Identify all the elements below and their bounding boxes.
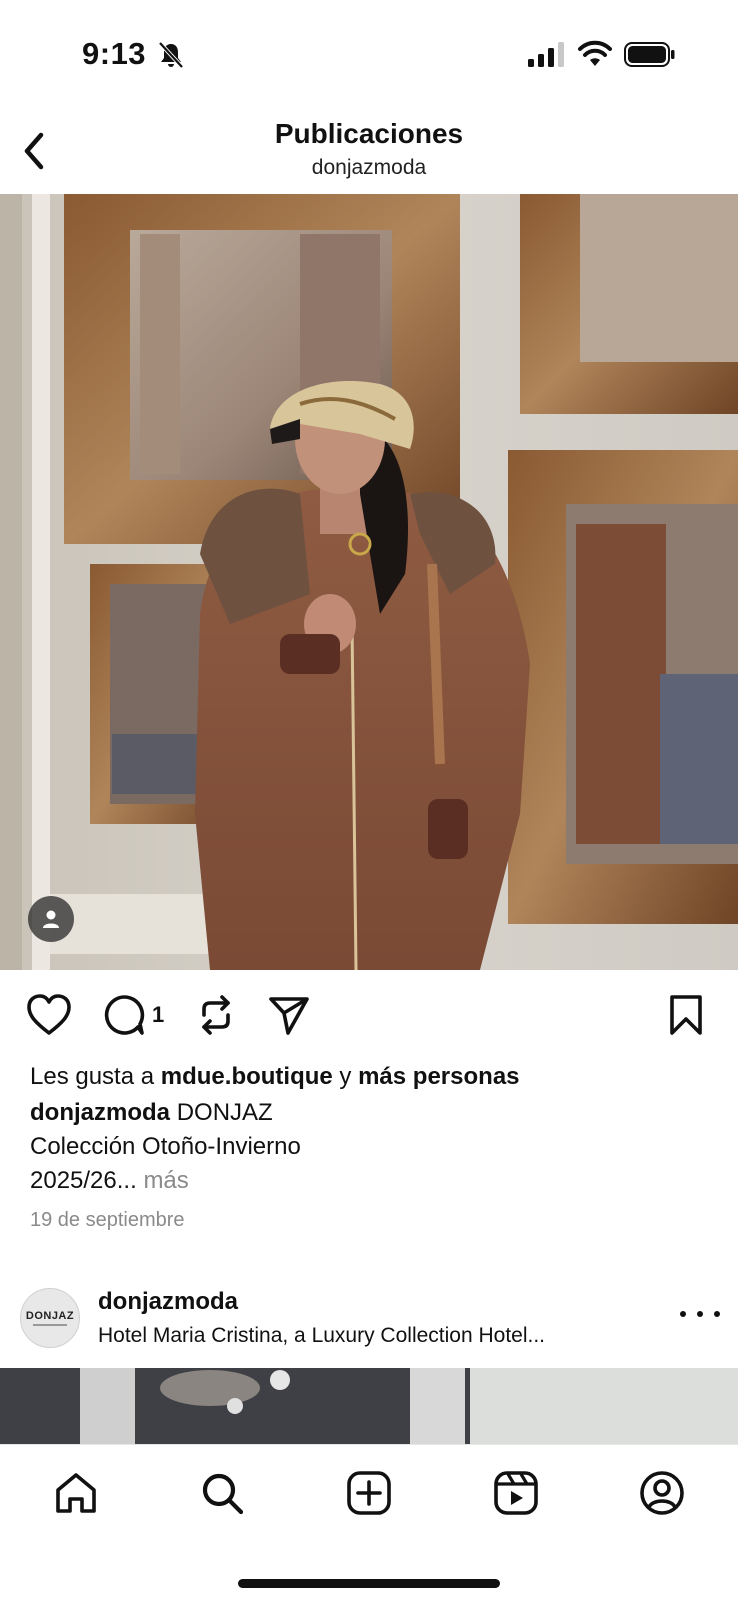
next-post-image <box>0 1368 738 1444</box>
wifi-icon <box>578 40 612 66</box>
repost-button[interactable] <box>196 990 236 1040</box>
nav-profile[interactable] <box>636 1467 688 1519</box>
comment-icon <box>104 995 145 1035</box>
post-image <box>0 194 738 970</box>
home-icon <box>56 1473 96 1513</box>
bell-slash-icon <box>158 41 184 69</box>
caption-line-3: 2025/26... <box>30 1167 137 1194</box>
post-photo[interactable] <box>0 194 738 970</box>
page-title: Publicaciones <box>274 118 464 149</box>
comment-count: 1 <box>152 1002 165 1027</box>
likes-summary[interactable]: Les gusta a mdue.boutique y más personas <box>30 1062 520 1092</box>
battery-icon <box>624 42 675 67</box>
nav-create[interactable] <box>343 1467 395 1519</box>
send-icon <box>269 997 309 1035</box>
heart-icon <box>27 994 71 1035</box>
ellipsis-icon <box>680 1311 686 1317</box>
bookmark-icon <box>670 995 702 1035</box>
avatar-logo-text: DONJAZ <box>25 1310 75 1322</box>
caption-line-2: Colección Otoño-Invierno <box>30 1133 301 1160</box>
reels-icon <box>494 1471 538 1515</box>
header: Publicaciones donjazmoda <box>0 100 738 194</box>
next-post-photo[interactable] <box>0 1368 738 1444</box>
avatar[interactable]: DONJAZ <box>20 1288 80 1348</box>
home-indicator[interactable] <box>238 1579 500 1588</box>
post-date: 19 de septiembre <box>30 1209 185 1231</box>
nav-reels[interactable] <box>490 1467 542 1519</box>
liked-by-others[interactable]: más personas <box>358 1063 519 1090</box>
signal-icon <box>528 42 564 67</box>
bottom-nav <box>0 1444 738 1600</box>
save-button[interactable] <box>668 990 704 1040</box>
post-caption: donjazmoda DONJAZ Colección Otoño-Invier… <box>30 1096 690 1198</box>
next-post-header: DONJAZ donjazmoda Hotel Maria Cristina, … <box>0 1282 738 1366</box>
likes-prefix: Les gusta a <box>30 1063 155 1090</box>
status-time: 9:13 <box>82 36 147 71</box>
like-button[interactable] <box>26 990 72 1040</box>
more-options-button[interactable] <box>680 1300 720 1328</box>
likes-connector: y <box>339 1063 352 1090</box>
page-subtitle[interactable]: donjazmoda <box>0 156 738 180</box>
tagged-users-button[interactable] <box>28 896 74 942</box>
comment-button[interactable]: 1 <box>102 990 164 1040</box>
nav-search[interactable] <box>196 1467 248 1519</box>
post-actions: 1 <box>0 990 738 1042</box>
create-icon <box>347 1471 391 1515</box>
search-icon <box>202 1473 244 1515</box>
status-bar: 9:13 <box>0 0 738 100</box>
share-button[interactable] <box>268 990 310 1040</box>
caption-more-link[interactable]: más <box>143 1167 188 1194</box>
nav-home[interactable] <box>50 1467 102 1519</box>
next-post-username[interactable]: donjazmoda <box>98 1288 238 1316</box>
liked-by-user[interactable]: mdue.boutique <box>161 1063 333 1090</box>
avatar-logo-underline <box>33 1324 67 1326</box>
caption-username[interactable]: donjazmoda <box>30 1099 170 1126</box>
person-icon <box>43 910 59 928</box>
repost-icon <box>202 995 230 1035</box>
caption-line-1: DONJAZ <box>176 1099 273 1126</box>
next-post-location[interactable]: Hotel Maria Cristina, a Luxury Collectio… <box>98 1324 658 1348</box>
profile-icon <box>640 1471 684 1515</box>
